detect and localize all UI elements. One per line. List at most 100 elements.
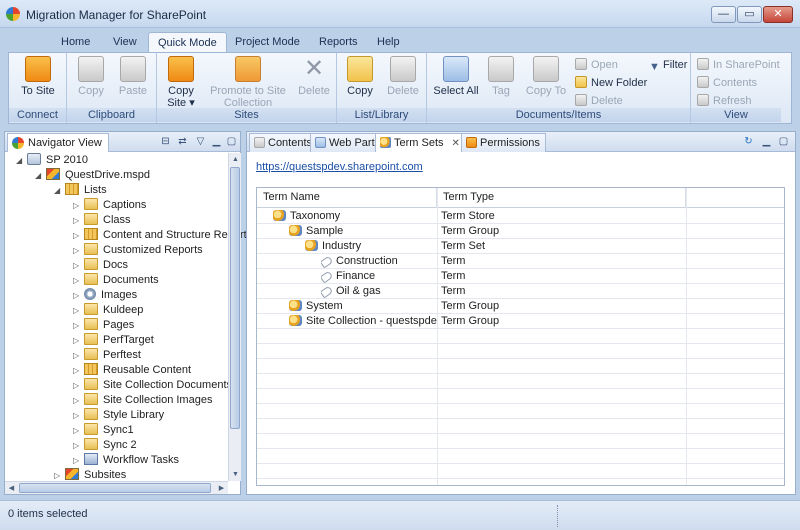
tree-node-list-item[interactable]: ▷ Class	[73, 213, 131, 228]
collapse-all-icon[interactable]: ⊟	[160, 136, 171, 147]
tab-project-mode[interactable]: Project Mode	[226, 32, 309, 53]
link-editor-icon[interactable]: ⇄	[177, 136, 188, 147]
scroll-right-icon[interactable]: ▶	[215, 482, 228, 495]
tree-node-list-item[interactable]: ▷ Site Collection Images	[73, 393, 212, 408]
expand-icon[interactable]: ▷	[73, 438, 82, 453]
tree-node-list-item[interactable]: ▷ Style Library	[73, 408, 164, 423]
expand-icon[interactable]: ▷	[73, 228, 82, 243]
expand-icon[interactable]: ▷	[73, 423, 82, 438]
tree-node-list-item[interactable]: ▷ Captions	[73, 198, 146, 213]
expand-icon[interactable]: ▷	[73, 243, 82, 258]
site-url-link[interactable]: https://questspdev.sharepoint.com	[256, 161, 423, 173]
navigator-horizontal-scrollbar[interactable]: ◀ ▶	[5, 481, 228, 494]
tree-node-list-item[interactable]: ▷ PerfTarget	[73, 333, 154, 348]
table-row[interactable]: Taxonomy Term Store	[257, 209, 784, 224]
tree-node-sp2010[interactable]: ◢ SP 2010	[16, 153, 88, 168]
tree-node-list-item[interactable]: ▷ Images	[73, 288, 137, 303]
minimize-content-icon[interactable]: ▁	[761, 136, 772, 147]
expand-icon[interactable]: ▷	[73, 363, 82, 378]
tree-node-list-item[interactable]: ▷ Customized Reports	[73, 243, 203, 258]
tree-node-list-item[interactable]: ▷ Content and Structure Report	[73, 228, 247, 243]
tag-button[interactable]: Tag	[485, 55, 517, 109]
contents-button[interactable]: Contents	[697, 75, 757, 91]
refresh-button[interactable]: Refresh	[697, 93, 752, 109]
tree-node-list-item[interactable]: ▷ Sync 2	[73, 438, 137, 453]
tab-view[interactable]: View	[104, 32, 146, 53]
column-header-term-type[interactable]: Term Type	[437, 188, 686, 208]
scroll-left-icon[interactable]: ◀	[5, 482, 18, 495]
expand-icon[interactable]: ▷	[73, 273, 82, 288]
close-button[interactable]: ✕	[763, 6, 793, 23]
tree-node-list-item[interactable]: ▷ Kuldeep	[73, 303, 143, 318]
expand-icon[interactable]: ▷	[73, 213, 82, 228]
copy-site-button[interactable]: Copy Site ▾	[161, 55, 201, 109]
tree-node-list-item[interactable]: ▷ Reusable Content	[73, 363, 191, 378]
expand-icon[interactable]: ▷	[73, 288, 82, 303]
expand-icon[interactable]: ▷	[73, 198, 82, 213]
expand-icon[interactable]: ▷	[73, 408, 82, 423]
tree-node-lists[interactable]: ◢ Lists	[54, 183, 107, 198]
expand-icon[interactable]: ▷	[73, 453, 82, 468]
navigator-vertical-scrollbar[interactable]: ▲ ▼	[228, 153, 241, 481]
tab-quick-mode[interactable]: Quick Mode	[148, 32, 227, 53]
scroll-up-icon[interactable]: ▲	[229, 153, 242, 166]
expand-icon[interactable]: ▷	[73, 378, 82, 393]
collapse-icon[interactable]: ◢	[16, 153, 25, 168]
maximize-button[interactable]: ▭	[737, 6, 762, 23]
navigator-view-tab[interactable]: Navigator View	[7, 133, 109, 152]
tree-node-list-item[interactable]: ▷ Workflow Tasks	[73, 453, 179, 468]
maximize-view-icon[interactable]: ▢	[226, 136, 237, 147]
copy-button[interactable]: Copy	[73, 55, 109, 109]
tree-node-list-item[interactable]: ▷ Sync1	[73, 423, 134, 438]
tab-reports[interactable]: Reports	[310, 32, 367, 53]
expand-icon[interactable]: ▷	[73, 258, 82, 273]
maximize-content-icon[interactable]: ▢	[778, 136, 789, 147]
table-row[interactable]: System Term Group	[257, 299, 784, 314]
tab-term-sets[interactable]: Term Sets ✕	[375, 133, 466, 152]
tab-permissions[interactable]: Permissions	[461, 133, 546, 152]
table-row[interactable]: Oil & gas Term	[257, 284, 784, 299]
expand-icon[interactable]: ▷	[73, 318, 82, 333]
table-row[interactable]: Finance Term	[257, 269, 784, 284]
tree-node-drive[interactable]: ◢ QuestDrive.mspd	[35, 168, 150, 183]
paste-button[interactable]: Paste	[115, 55, 151, 109]
copy-list-button[interactable]: Copy	[341, 55, 379, 109]
view-menu-icon[interactable]: ▽	[195, 136, 206, 147]
tree-node-list-item[interactable]: ▷ Site Collection Documents	[73, 378, 232, 393]
open-button[interactable]: Open	[575, 57, 618, 73]
expand-icon[interactable]: ▷	[73, 333, 82, 348]
column-header-term-name[interactable]: Term Name	[257, 188, 437, 208]
expand-icon[interactable]: ▷	[73, 348, 82, 363]
to-site-button[interactable]: To Site	[13, 55, 63, 109]
select-all-button[interactable]: Select All	[433, 55, 479, 109]
collapse-icon[interactable]: ◢	[54, 183, 63, 198]
table-row[interactable]: Sample Term Group	[257, 224, 784, 239]
minimize-button[interactable]: —	[711, 6, 736, 23]
tree-node-list-item[interactable]: ▷ Pages	[73, 318, 134, 333]
tab-contents[interactable]: Contents	[249, 133, 319, 152]
filter-button[interactable]: ▼ Filter	[649, 57, 687, 73]
tab-home[interactable]: Home	[52, 32, 99, 53]
table-row[interactable]: Site Collection - questspdev. Term Group	[257, 314, 784, 329]
promote-to-site-collection-button[interactable]: Promote to Site Collection	[207, 55, 289, 109]
expand-icon[interactable]: ▷	[73, 303, 82, 318]
tree-node-list-item[interactable]: ▷ Documents	[73, 273, 159, 288]
expand-icon[interactable]: ▷	[73, 393, 82, 408]
tree-node-list-item[interactable]: ▷ Perftest	[73, 348, 141, 363]
close-tab-icon[interactable]: ✕	[452, 135, 460, 153]
copy-to-button[interactable]: Copy To	[523, 55, 569, 109]
minimize-view-icon[interactable]: ▁	[211, 136, 222, 147]
table-row[interactable]: Construction Term	[257, 254, 784, 269]
delete-site-button[interactable]: ✕ Delete	[295, 55, 333, 109]
in-sharepoint-button[interactable]: In SharePoint	[697, 57, 780, 73]
tree-node-list-item[interactable]: ▷ Docs	[73, 258, 128, 273]
new-folder-button[interactable]: New Folder	[575, 75, 647, 91]
scroll-down-icon[interactable]: ▼	[229, 468, 242, 481]
table-row[interactable]: Industry Term Set	[257, 239, 784, 254]
navigator-scroll-thumb[interactable]	[230, 167, 240, 429]
refresh-view-icon[interactable]: ↻	[743, 136, 754, 147]
collapse-icon[interactable]: ◢	[35, 168, 44, 183]
delete-list-button[interactable]: Delete	[383, 55, 423, 109]
tab-help[interactable]: Help	[368, 32, 409, 53]
navigator-hscroll-thumb[interactable]	[19, 483, 211, 493]
